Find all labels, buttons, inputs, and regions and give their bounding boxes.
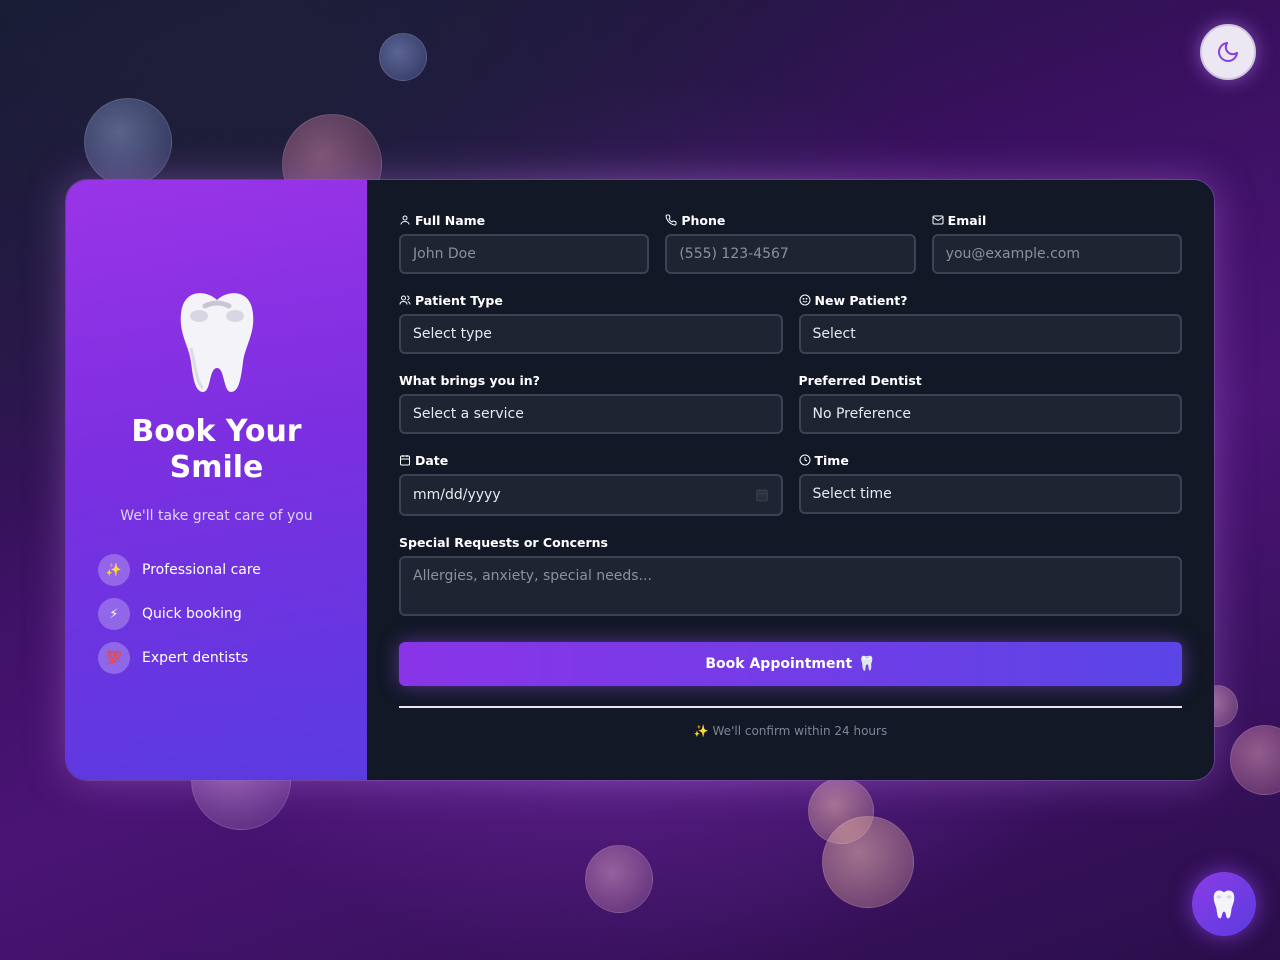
date-field: Date mm/dd/yyyy [399, 452, 783, 516]
full-name-placeholder: John Doe [413, 246, 476, 262]
full-name-label-text: Full Name [415, 212, 486, 228]
bg-bubble [379, 33, 427, 81]
new-patient-select[interactable]: Select [798, 314, 1182, 354]
requests-placeholder: Allergies, anxiety, special needs... [413, 568, 652, 584]
email-input[interactable]: you@example.com [931, 234, 1182, 274]
feature-item: ⚡ Quick booking [98, 598, 367, 630]
time-label-text: Time [814, 452, 849, 468]
new-patient-value: Select [812, 326, 856, 342]
bg-bubble [585, 845, 653, 913]
form-row: Patient Type Select type New Patient? Se… [399, 292, 1182, 354]
date-value: mm/dd/yyyy [413, 487, 501, 503]
feature-label: Expert dentists [142, 650, 249, 666]
form-row: Date mm/dd/yyyy Time Select time [399, 452, 1182, 516]
phone-input[interactable]: (555) 123-4567 [665, 234, 916, 274]
feature-label: Quick booking [142, 606, 242, 622]
time-select[interactable]: Select time [798, 474, 1182, 514]
tooth-icon [180, 293, 253, 392]
requests-textarea[interactable]: Allergies, anxiety, special needs... [399, 556, 1182, 616]
full-name-field: Full Name John Doe [399, 212, 650, 274]
tooth-icon [1213, 890, 1235, 919]
sidebar-title: Book Your Smile [131, 414, 302, 485]
time-label: Time [799, 452, 1183, 468]
phone-icon [665, 214, 677, 226]
tooth-icon: 🦷 [858, 656, 876, 672]
date-label-text: Date [415, 452, 449, 468]
feature-label: Professional care [142, 562, 261, 578]
dentist-select[interactable]: No Preference [798, 394, 1182, 434]
patient-type-select[interactable]: Select type [399, 314, 783, 354]
service-select[interactable]: Select a service [399, 394, 783, 434]
mail-icon [932, 215, 944, 225]
confirmation-note: ✨ We'll confirm within 24 hours [693, 724, 888, 738]
patient-type-field: Patient Type Select type [399, 292, 783, 354]
dentist-value: No Preference [812, 406, 912, 422]
clock-icon [799, 454, 810, 466]
patient-type-label-text: Patient Type [415, 292, 503, 308]
sparkles-icon: ✨ [98, 554, 130, 586]
feature-item: 💯 Expert dentists [98, 642, 367, 674]
book-appointment-label: Book Appointment [705, 656, 853, 672]
date-input[interactable]: mm/dd/yyyy [399, 474, 783, 516]
calendar-picker-icon[interactable] [755, 488, 769, 502]
sidebar-panel: Book Your Smile We'll take great care of… [66, 180, 367, 780]
phone-placeholder: (555) 123-4567 [679, 246, 789, 262]
patient-type-label: Patient Type [399, 292, 783, 308]
smile-icon [799, 294, 810, 306]
email-label: Email [932, 212, 1182, 228]
dentist-field: Preferred Dentist No Preference [798, 372, 1182, 434]
time-field: Time Select time [798, 452, 1183, 516]
users-icon [399, 295, 411, 305]
new-patient-label-text: New Patient? [814, 292, 908, 308]
bg-bubble [822, 816, 914, 908]
new-patient-label: New Patient? [799, 292, 1183, 308]
email-label-text: Email [947, 212, 987, 228]
divider [399, 706, 1182, 708]
phone-label: Phone [665, 212, 915, 228]
patient-type-value: Select type [413, 326, 492, 342]
user-icon [400, 215, 410, 225]
booking-form: Full Name John Doe Phone (555) 123-4567 … [367, 180, 1214, 780]
phone-label-text: Phone [681, 212, 726, 228]
booking-card: Book Your Smile We'll take great care of… [65, 179, 1215, 781]
moon-icon [1218, 42, 1238, 62]
service-label: What brings you in? [399, 372, 540, 388]
chat-fab-button[interactable] [1192, 872, 1256, 936]
sidebar-subtitle: We'll take great care of you [120, 508, 313, 524]
full-name-label: Full Name [399, 212, 649, 228]
theme-toggle-button[interactable] [1200, 24, 1256, 80]
email-placeholder: you@example.com [945, 246, 1080, 262]
service-field: What brings you in? Select a service [399, 372, 783, 434]
feature-item: ✨ Professional care [98, 554, 367, 586]
feature-list: ✨ Professional care ⚡ Quick booking 💯 Ex… [66, 554, 367, 686]
requests-field: Special Requests or Concerns Allergies, … [399, 534, 1182, 616]
time-value: Select time [812, 486, 892, 502]
date-label: Date [399, 452, 783, 468]
requests-label: Special Requests or Concerns [399, 534, 608, 550]
hundred-points-icon: 💯 [98, 642, 130, 674]
book-appointment-button[interactable]: Book Appointment 🦷 [399, 642, 1182, 686]
email-field: Email you@example.com [931, 212, 1182, 274]
new-patient-field: New Patient? Select [798, 292, 1183, 354]
form-row: Full Name John Doe Phone (555) 123-4567 … [399, 212, 1182, 274]
full-name-input[interactable]: John Doe [399, 234, 650, 274]
service-value: Select a service [413, 406, 524, 422]
dentist-label: Preferred Dentist [798, 372, 922, 388]
calendar-icon [400, 455, 410, 466]
phone-field: Phone (555) 123-4567 [665, 212, 916, 274]
lightning-icon: ⚡ [98, 598, 130, 630]
form-row: What brings you in? Select a service Pre… [399, 372, 1182, 434]
